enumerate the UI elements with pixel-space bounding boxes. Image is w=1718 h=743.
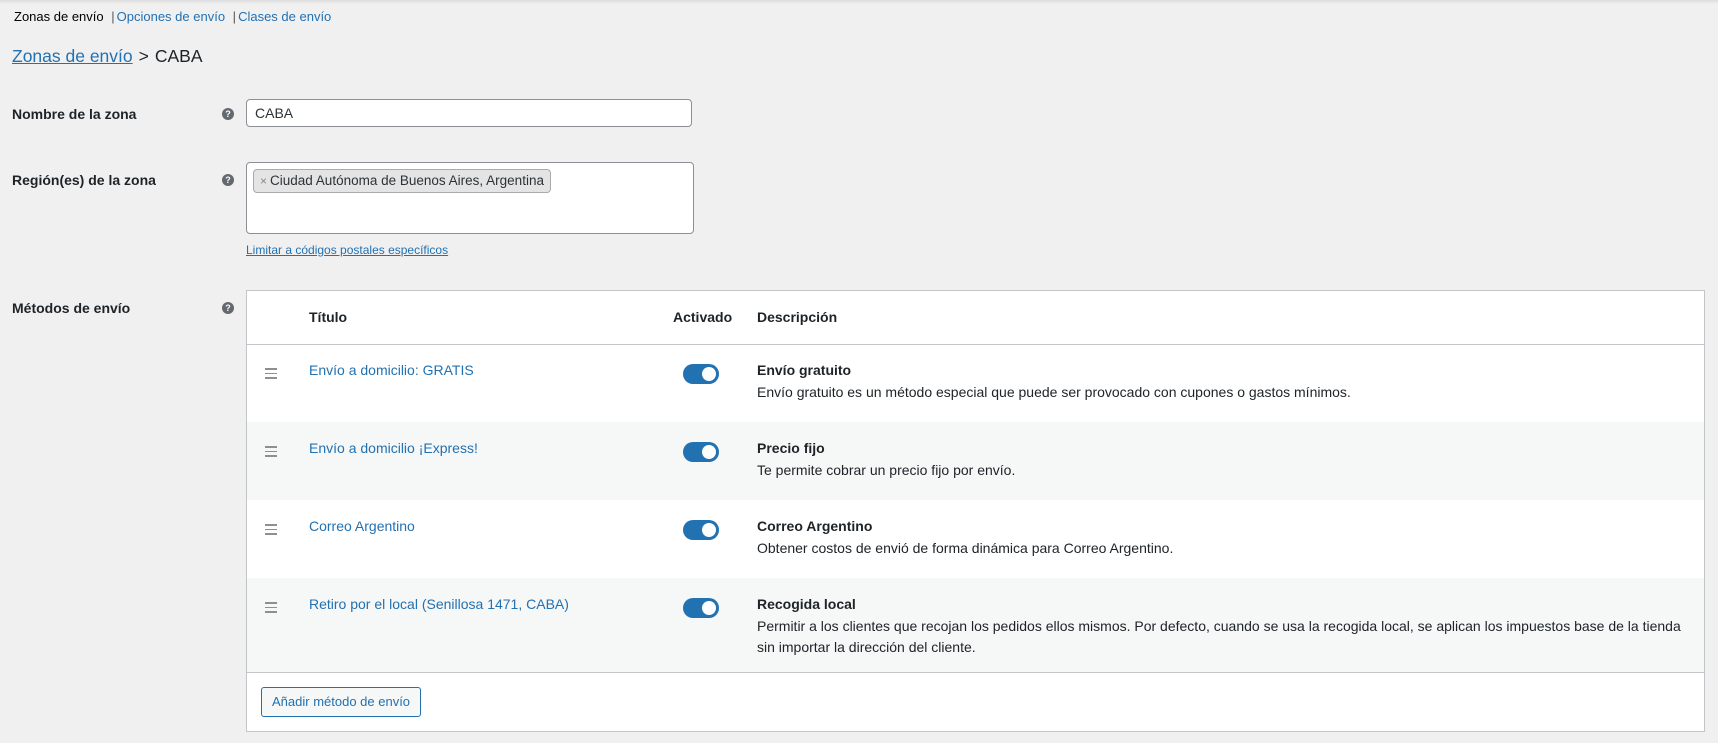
drag-handle-icon[interactable] [265,446,277,460]
method-type-name: Precio fijo [757,440,825,456]
method-title-link[interactable]: Retiro por el local (Senillosa 1471, CAB… [309,596,569,612]
subnav-separator: | [232,9,237,24]
table-row: Envío a domicilio ¡Express! Precio fijo … [247,422,1704,500]
shipping-methods-table: Título Activado Descripción Envío a domi… [246,290,1705,732]
breadcrumb-current: CABA [154,46,203,66]
region-chip: × Ciudad Autónoma de Buenos Aires, Argent… [253,169,551,193]
subnav-link-options[interactable]: Opciones de envío [117,9,225,24]
zone-regions-help-icon[interactable]: ? [222,174,234,186]
zone-regions-label: Región(es) de la zona [12,172,156,188]
chip-remove-icon[interactable]: × [260,174,267,188]
region-chip-label: Ciudad Autónoma de Buenos Aires, Argenti… [270,173,544,188]
top-shadow [0,0,1718,4]
drag-handle-icon[interactable] [265,368,277,382]
drag-handle-icon[interactable] [265,524,277,538]
limit-postcodes-link[interactable]: Limitar a códigos postales específicos [246,243,448,257]
shipping-methods-help-icon[interactable]: ? [222,302,234,314]
shipping-methods-label: Métodos de envío [12,300,131,316]
drag-handle-icon[interactable] [265,602,277,616]
method-description: Te permite cobrar un precio fijo por env… [757,462,1016,478]
method-enabled-toggle[interactable] [683,364,719,384]
zone-name-label: Nombre de la zona [12,106,137,122]
add-shipping-method-button[interactable]: Añadir método de envío [261,687,422,717]
method-title-link[interactable]: Envío a domicilio: GRATIS [309,362,474,378]
table-row: Envío a domicilio: GRATIS Envío gratuito… [247,344,1704,422]
method-type-name: Envío gratuito [757,362,852,378]
subnav-separator: | [111,9,115,24]
col-title-header: Título [309,309,348,325]
table-footer: Añadir método de envío [247,672,1704,733]
breadcrumb: Zonas de envío > CABA [12,45,203,67]
method-title-link[interactable]: Envío a domicilio ¡Express! [309,440,478,456]
subnav-link-classes[interactable]: Clases de envío [238,9,331,24]
method-description: Permitir a los clientes que recojan los … [757,618,1681,655]
col-enabled-header: Activado [673,309,733,325]
breadcrumb-separator: > [138,46,149,66]
method-type-name: Recogida local [757,596,856,612]
method-enabled-toggle[interactable] [683,598,719,618]
subnav-current-zones: Zonas de envío [14,9,104,24]
method-description: Envío gratuito es un método especial que… [757,384,1351,400]
method-enabled-toggle[interactable] [683,442,719,462]
zone-name-input[interactable]: CABA [246,99,692,127]
table-row: Correo Argentino Correo Argentino Obtene… [247,500,1704,578]
zone-regions-select[interactable]: × Ciudad Autónoma de Buenos Aires, Argent… [246,162,694,234]
zone-name-help-icon[interactable]: ? [222,108,234,120]
method-type-name: Correo Argentino [757,518,873,534]
table-header: Título Activado Descripción [247,291,1704,345]
table-row: Retiro por el local (Senillosa 1471, CAB… [247,578,1704,672]
method-enabled-toggle[interactable] [683,520,719,540]
method-description: Obtener costos de envió de forma dinámic… [757,540,1174,556]
method-title-link[interactable]: Correo Argentino [309,518,415,534]
shipping-subnav: Zonas de envío | Opciones de envío | Clase… [14,9,331,25]
breadcrumb-zones-link[interactable]: Zonas de envío [12,46,133,66]
col-description-header: Descripción [757,309,838,325]
